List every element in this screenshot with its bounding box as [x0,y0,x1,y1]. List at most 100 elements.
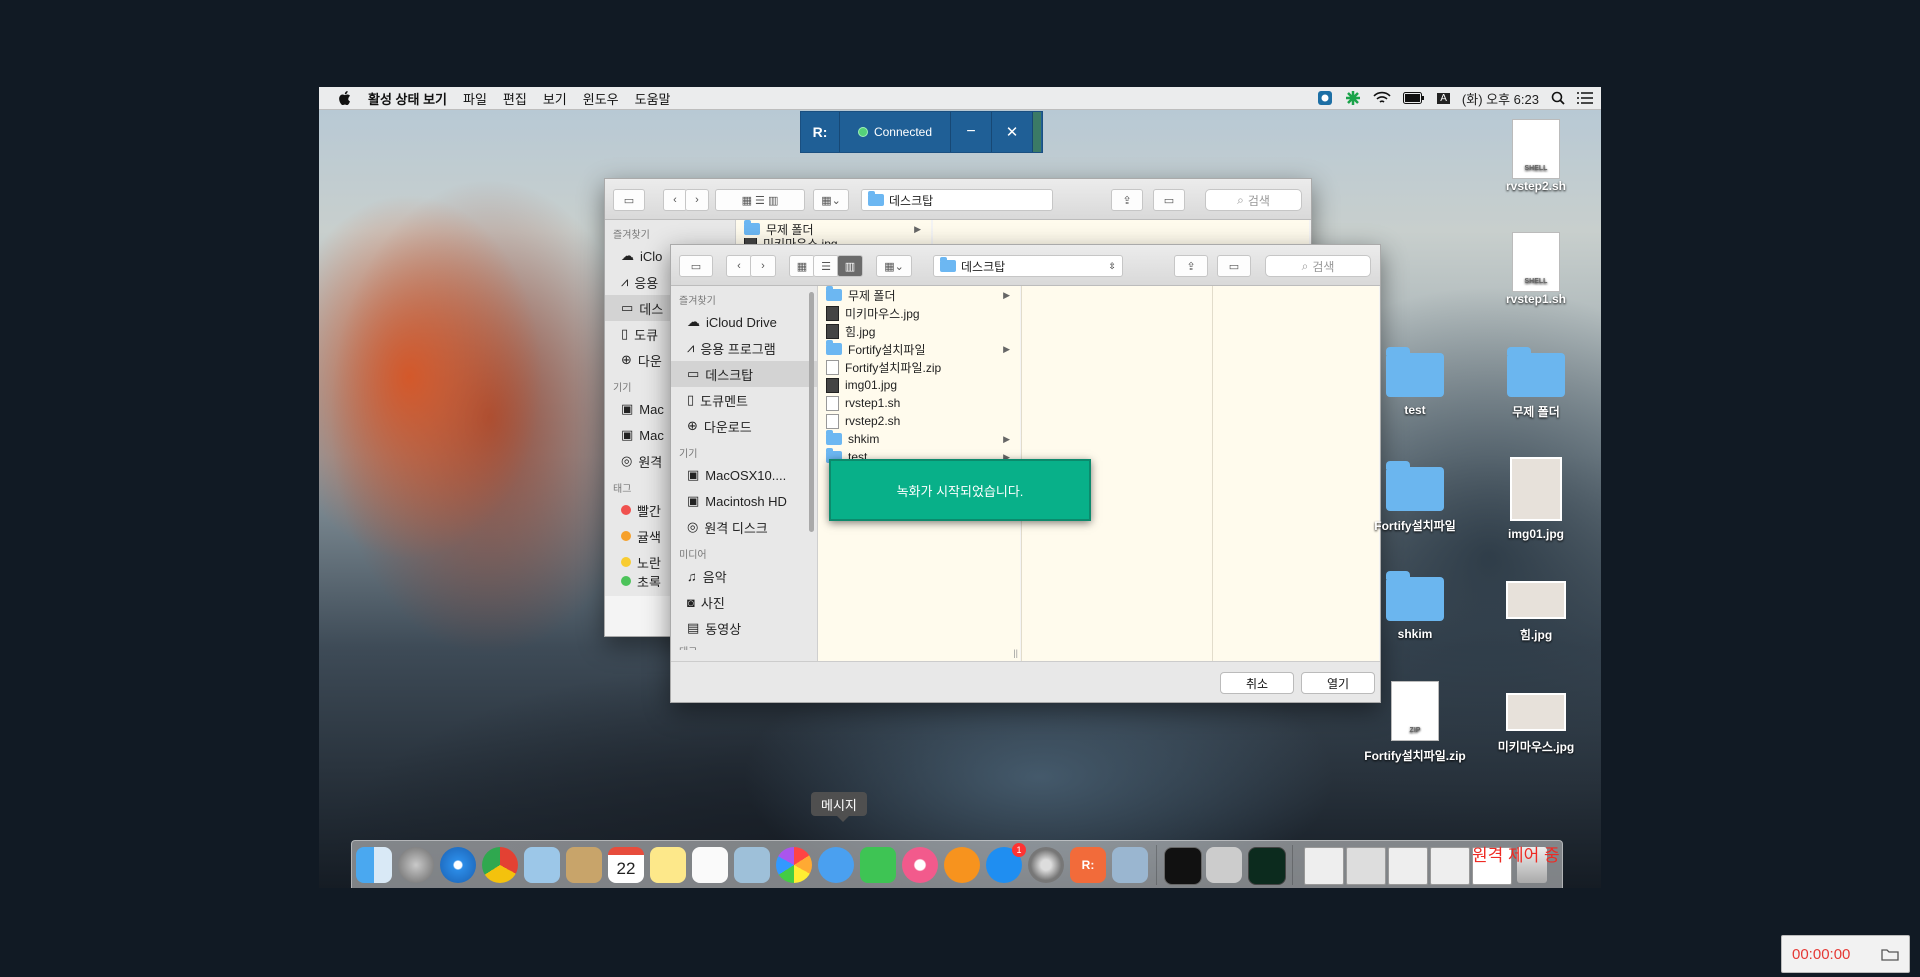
system-preferences-icon[interactable] [1028,847,1064,883]
column-view-icon[interactable]: ▥ [837,255,863,277]
minimized-window-thumbnail[interactable] [1430,847,1470,885]
search-icon[interactable] [1551,91,1565,105]
share-icon[interactable]: ⇪ [1174,255,1208,277]
desktop-item-fortify-folder[interactable]: Fortify설치파일 [1360,461,1470,534]
menu-view[interactable]: 보기 [535,89,575,108]
close-button[interactable]: ✕ [992,112,1033,152]
path-popup[interactable]: 데스크탑 [861,189,1053,211]
sidebar-item-remote-disc[interactable]: ◎ 원격 디스크 [671,514,817,540]
back-icon[interactable]: ‹ [726,255,752,277]
tag-icon[interactable]: ▭ [1153,189,1185,211]
remote-app-icon[interactable]: R: [1070,847,1106,883]
reminders-icon[interactable] [692,847,728,883]
minimize-button[interactable]: − [951,112,992,152]
column-resize-handle[interactable]: || [1013,648,1018,658]
path-popup[interactable]: 데스크탑 ⇳ [933,255,1123,277]
desktop-item-him[interactable]: 힘.jpg [1481,581,1591,643]
sidebar-item-desktop[interactable]: ▭ 데스크탑 [671,361,817,387]
file-row[interactable]: 미키마우스.jpg [818,304,1020,322]
menu-edit[interactable]: 편집 [495,89,535,108]
app-store-icon[interactable]: 1 [986,843,1026,883]
calendar-icon[interactable]: 22 [608,847,644,883]
sidebar-item-macintosh-hd[interactable]: ▣ Macintosh HD [671,488,817,514]
launchpad-icon[interactable] [398,847,434,883]
safari-icon[interactable] [440,847,476,883]
activity-monitor-icon[interactable] [1248,847,1286,885]
remote-logo[interactable]: R: [801,112,840,152]
ibooks-icon[interactable] [944,847,980,883]
desktop-item-rvstep1[interactable]: SHELL rvstep1.sh [1481,232,1591,306]
sidebar-item-photos[interactable]: ◙ 사진 [671,589,817,615]
utility-tools-icon[interactable] [1206,847,1242,883]
file-row[interactable]: 힘.jpg [818,322,1020,340]
file-row[interactable]: Fortify설치파일 ▶ [818,340,1020,358]
messages-icon[interactable] [818,847,854,883]
arrange-icon[interactable]: ▦⌄ [813,189,849,211]
sidebar-toggle-icon[interactable]: ▭ [679,255,713,277]
battery-icon[interactable] [1403,92,1425,104]
desktop-item-untitled-folder[interactable]: 무제 폴더 [1481,347,1591,420]
menu-window[interactable]: 윈도우 [575,89,627,108]
chrome-icon[interactable] [482,847,518,883]
sidebar-item-music[interactable]: ♫ 음악 [671,563,817,589]
apple-icon[interactable] [339,91,352,105]
input-source-indicator[interactable]: A [1437,92,1450,104]
sidebar-item-downloads[interactable]: ⊕ 다운로드 [671,413,817,439]
forward-icon[interactable]: › [750,255,776,277]
back-icon[interactable]: ‹ [663,189,687,211]
sidebar-toggle-icon[interactable]: ▭ [613,189,645,211]
shield-icon[interactable] [1317,90,1333,106]
sidebar-scrollbar[interactable] [809,292,814,532]
file-row[interactable]: shkim ▶ [818,430,1020,448]
desktop-item-fortify-zip[interactable]: ZIP Fortify설치파일.zip [1360,681,1470,764]
file-row[interactable]: Fortify설치파일.zip [818,358,1020,376]
finder-icon[interactable] [356,847,392,883]
menu-file[interactable]: 파일 [455,89,495,108]
file-row[interactable]: 무제 폴더 ▶ [818,286,1020,304]
sidebar-item-documents[interactable]: ▯ 도큐멘트 [671,387,817,413]
facetime-icon[interactable] [860,847,896,883]
image-capture-icon[interactable] [1112,847,1148,883]
sidebar-item-movies[interactable]: ▤ 동영상 [671,615,817,641]
file-row[interactable]: rvstep2.sh [818,412,1020,430]
menu-clock[interactable]: (화) 오후 6:23 [1462,89,1539,108]
drag-handle[interactable] [1033,112,1041,152]
wifi-icon[interactable] [1373,91,1391,105]
minimized-window-thumbnail[interactable] [1346,847,1386,885]
asterisk-icon[interactable] [1345,90,1361,106]
sidebar-item-installer-disk[interactable]: ▣ MacOSX10.... [671,462,817,488]
arrange-icon[interactable]: ▦⌄ [876,255,912,277]
search-input[interactable]: ⌕ 검색 [1265,255,1371,277]
desktop-item-test[interactable]: test [1360,347,1470,417]
cancel-button[interactable]: 취소 [1220,672,1294,694]
desktop-item-mickey[interactable]: 미키마우스.jpg [1481,693,1591,755]
icon-view-icon[interactable]: ▦ [789,255,815,277]
notes-icon[interactable] [650,847,686,883]
folder-icon[interactable] [1881,947,1899,961]
file-row[interactable]: 무제 폴더 ▶ [736,220,931,238]
forward-icon[interactable]: › [685,189,709,211]
view-mode-icon[interactable]: ▦ ☰ ▥ [715,189,805,211]
photos-icon[interactable] [776,847,812,883]
preview-app-icon[interactable] [524,847,560,883]
contacts-icon[interactable] [566,847,602,883]
menu-app-name[interactable]: 활성 상태 보기 [360,89,455,108]
desktop-item-rvstep2[interactable]: SHELL rvstep2.sh [1481,119,1591,193]
minimized-window-thumbnail[interactable] [1388,847,1428,885]
terminal-icon[interactable] [1164,847,1202,885]
sidebar-item-apps[interactable]: ⩘ 응용 프로그램 [671,335,817,361]
list-view-icon[interactable]: ☰ [813,255,839,277]
desktop-item-shkim[interactable]: shkim [1360,571,1470,641]
share-icon[interactable]: ⇪ [1111,189,1143,211]
desktop-item-img01[interactable]: img01.jpg [1481,457,1591,541]
itunes-icon[interactable] [902,847,938,883]
minimized-window-thumbnail[interactable] [1304,847,1344,885]
menu-help[interactable]: 도움말 [627,89,679,108]
photo-booth-icon[interactable] [734,847,770,883]
list-icon[interactable] [1577,91,1593,105]
file-row[interactable]: rvstep1.sh [818,394,1020,412]
tag-icon[interactable]: ▭ [1217,255,1251,277]
search-input[interactable]: ⌕ 검색 [1205,189,1302,211]
sidebar-item-icloud[interactable]: ☁ iCloud Drive [671,309,817,335]
file-row[interactable]: img01.jpg [818,376,1020,394]
